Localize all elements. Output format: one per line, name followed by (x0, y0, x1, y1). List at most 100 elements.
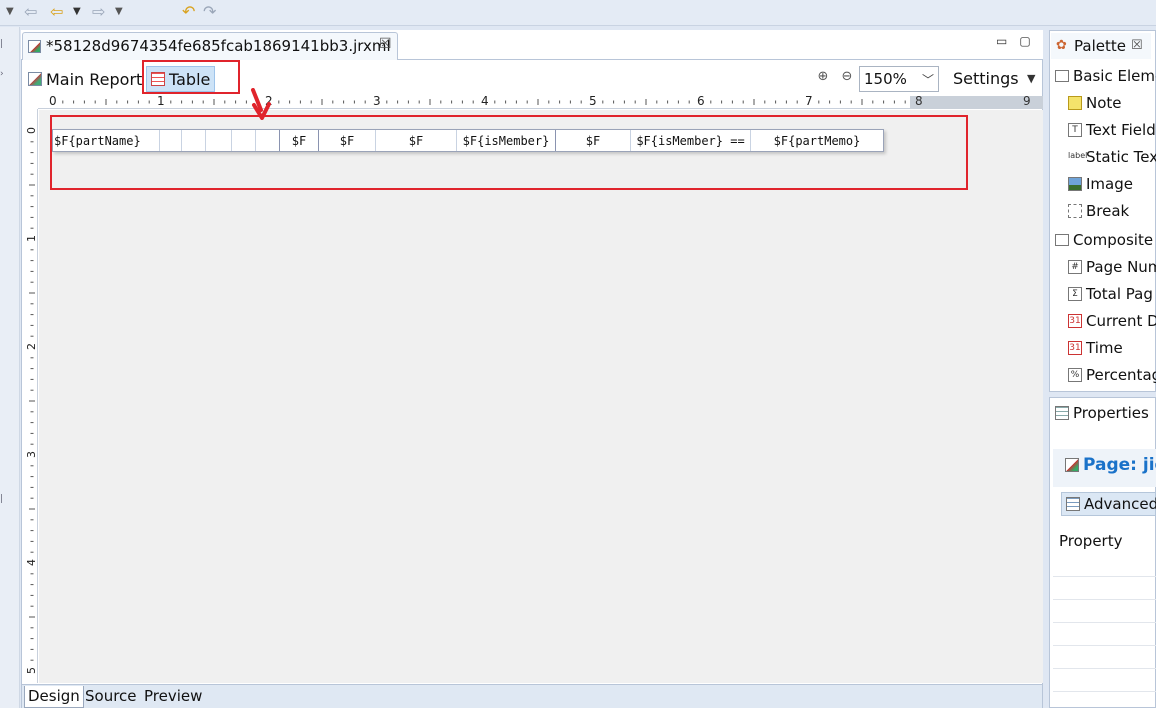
table-icon (1066, 497, 1080, 511)
editor-tab[interactable]: *58128d9674354fe685fcab1869141bb3.jrxml … (22, 32, 398, 60)
ruler-number: 7 (805, 94, 813, 108)
design-canvas[interactable] (39, 110, 1043, 683)
redo-icon[interactable]: ↷ (203, 2, 216, 22)
palette-item-static-text[interactable]: label Static Tex (1068, 148, 1156, 166)
palette-item-time[interactable]: 31 Time (1068, 339, 1123, 357)
ruler-ticks-v (29, 141, 35, 661)
palette-title: Palette (1074, 37, 1126, 55)
window-controls: ▭▢ (996, 34, 1043, 48)
settings-button[interactable]: Settings (953, 69, 1019, 88)
ruler-number: 3 (25, 451, 38, 458)
calendar-icon: 31 (1068, 341, 1082, 355)
palette-category-composite[interactable]: Composite (1055, 231, 1153, 249)
back-icon[interactable]: ⇦ (24, 2, 37, 22)
palette-item-label: Static Tex (1086, 148, 1156, 166)
chevron-down-icon: ﹀ (921, 73, 934, 87)
palette-item-current-date[interactable]: 31 Current D (1068, 312, 1156, 330)
category-icon (1055, 234, 1069, 246)
undo-icon[interactable]: ↶ (182, 2, 195, 22)
ruler-number: 0 (25, 127, 38, 134)
maximize-icon[interactable]: ▢ (1019, 34, 1042, 48)
property-row-line (1053, 622, 1156, 623)
note-icon (1068, 96, 1082, 110)
static-text-icon: label (1068, 150, 1087, 164)
minimize-icon[interactable]: ▭ (996, 34, 1019, 48)
close-tab-icon[interactable]: ☒ (379, 36, 392, 52)
category-icon (1055, 70, 1069, 82)
palette-icon: ✿ (1056, 38, 1067, 53)
palette-item-label: Note (1086, 94, 1122, 112)
palette-item-total-pages[interactable]: Σ Total Pag (1068, 285, 1153, 303)
properties-title: Properties (1073, 404, 1149, 422)
palette-item-label: Text Field (1086, 121, 1156, 139)
settings-dropdown-icon[interactable]: ▼ (1027, 72, 1035, 85)
palette-category-basic[interactable]: Basic Eleme (1055, 67, 1156, 85)
advanced-tab-content: Advanced (1066, 495, 1156, 513)
zoom-select[interactable]: 150% ﹀ (859, 66, 939, 92)
ruler-number: 4 (481, 94, 489, 108)
palette-item-label: Total Pag (1086, 285, 1153, 303)
palette-tab[interactable]: ✿ Palette ☒ (1051, 33, 1151, 59)
close-palette-icon[interactable]: ☒ (1131, 38, 1143, 53)
ruler-number: 2 (25, 343, 38, 350)
image-icon (1068, 177, 1082, 191)
ruler-number: 6 (697, 94, 705, 108)
ruler-number: 1 (157, 94, 165, 108)
main-report-label: Main Report (46, 69, 143, 89)
text-field-icon: T (1068, 123, 1082, 137)
palette-item-image[interactable]: Image (1068, 175, 1133, 193)
ruler-number: 0 (49, 94, 57, 108)
trim-chevron-icon[interactable]: › (0, 69, 6, 79)
ruler-number: 3 (373, 94, 381, 108)
palette-item-note[interactable]: Note (1068, 94, 1122, 112)
preview-tab[interactable]: Preview (141, 686, 205, 708)
property-row-line (1053, 668, 1156, 669)
palette-item-label: Current D (1086, 312, 1156, 330)
property-row-line (1053, 576, 1156, 577)
menu-chevron-icon[interactable]: ▼ (6, 2, 14, 22)
category-label: Composite (1073, 231, 1154, 249)
page-label-text: Page: jie (1083, 455, 1156, 475)
ruler-margin-area: 8 9 (910, 94, 1043, 109)
palette-item-break[interactable]: Break (1068, 202, 1129, 220)
percentage-icon: % (1068, 368, 1082, 382)
dropdown-chevron-icon[interactable]: ▼ (73, 2, 81, 22)
zoom-out-icon[interactable]: ⊖ (839, 69, 855, 85)
zoom-in-icon[interactable]: ⊕ (815, 69, 831, 85)
break-icon (1068, 204, 1082, 218)
property-row-line (1053, 691, 1156, 692)
palette-item-percentage[interactable]: % Percentag (1068, 366, 1156, 384)
ruler-number: 1 (25, 235, 38, 242)
left-trim-bar: | › | (0, 27, 20, 708)
advanced-label: Advanced (1084, 495, 1156, 513)
annotation-arrow-icon (251, 88, 271, 120)
palette-item-label: Time (1086, 339, 1123, 357)
trim-marker-icon: | (0, 39, 4, 49)
vertical-ruler: 0 1 2 3 4 5 (25, 109, 38, 683)
palette-item-text-field[interactable]: T Text Field (1068, 121, 1156, 139)
palette-item-label: Break (1086, 202, 1130, 220)
palette-item-label: Page Num (1086, 258, 1156, 276)
forward-icon[interactable]: ⇨ (92, 2, 105, 22)
page-icon (1065, 458, 1079, 472)
property-row-line (1053, 645, 1156, 646)
main-toolbar: ▼ ⇦ ⇦ ▼ ⇨ ▼ ↶ ↷ (0, 0, 1156, 26)
ruler-number: 9 (1023, 94, 1031, 108)
source-tab[interactable]: Source (82, 686, 140, 708)
jrxml-file-icon (28, 40, 41, 53)
annotation-box-table-tab (142, 60, 240, 94)
palette-item-page-number[interactable]: # Page Num (1068, 258, 1156, 276)
properties-icon (1055, 406, 1069, 420)
palette-item-label: Image (1086, 175, 1133, 193)
property-column-header: Property (1059, 532, 1123, 550)
report-icon (28, 72, 42, 86)
main-report-tab[interactable]: Main Report (24, 66, 146, 92)
properties-tab[interactable]: Properties (1055, 404, 1149, 422)
design-tab[interactable]: Design (24, 686, 84, 708)
page-number-icon: # (1068, 260, 1082, 274)
page-selection-label: Page: jie (1065, 455, 1156, 475)
back-colored-icon[interactable]: ⇦ (50, 2, 63, 22)
annotation-box-table-row (50, 115, 968, 190)
dropdown-chevron-icon[interactable]: ▼ (115, 2, 123, 22)
calendar-icon: 31 (1068, 314, 1082, 328)
